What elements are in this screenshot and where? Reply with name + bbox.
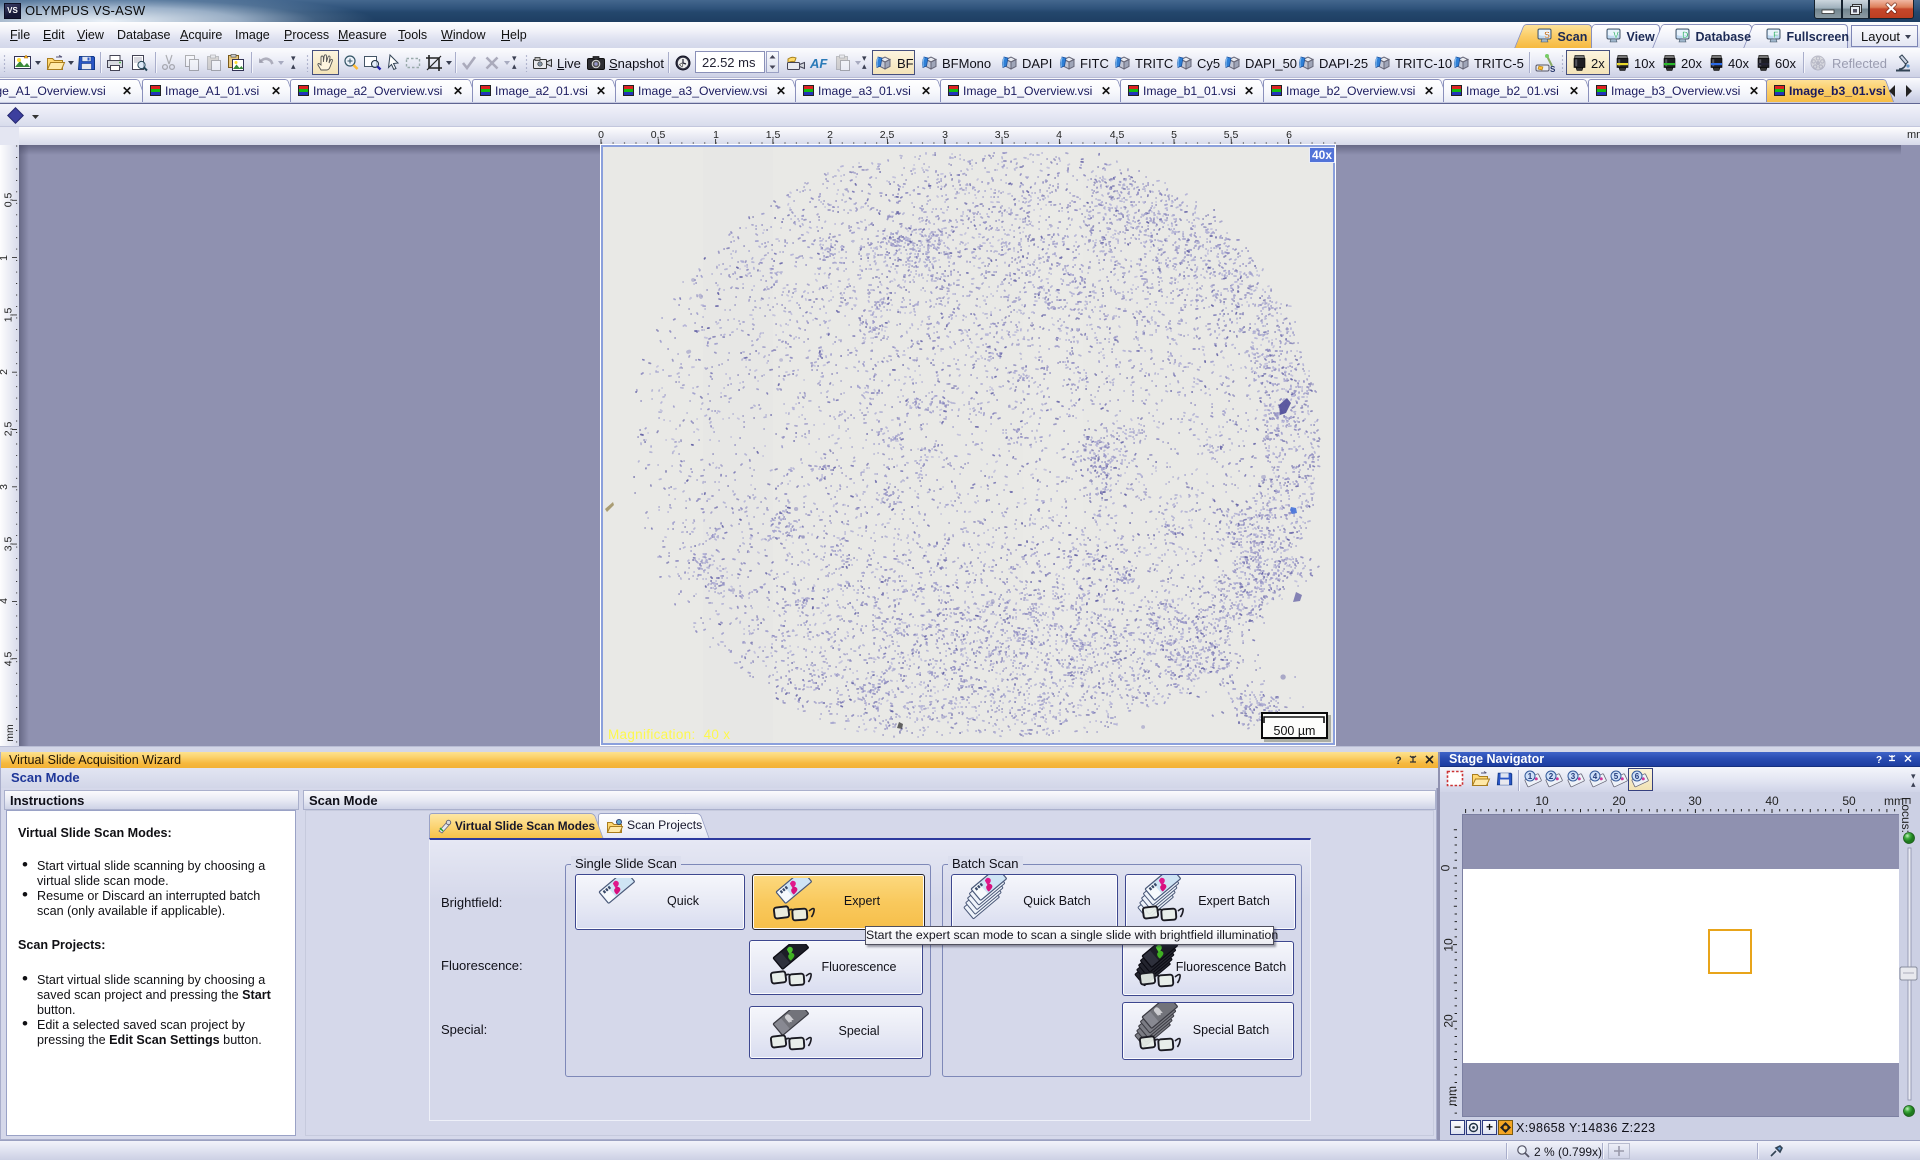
svg-text:V: V (1613, 30, 1619, 40)
svg-text:2: 2 (1549, 772, 1554, 781)
svg-text:4: 4 (1593, 772, 1598, 781)
svg-text:S: S (1544, 30, 1550, 40)
svg-text:?: ? (1876, 755, 1882, 765)
svg-text:3: 3 (1571, 772, 1576, 781)
svg-text:F: F (1773, 30, 1779, 40)
svg-text:6: 6 (1635, 772, 1640, 781)
svg-text:5: 5 (1614, 772, 1619, 781)
svg-text:S: S (1550, 65, 1556, 74)
svg-text:1: 1 (1528, 772, 1533, 781)
svg-text:?: ? (1395, 755, 1402, 766)
svg-text:D: D (1682, 30, 1689, 40)
